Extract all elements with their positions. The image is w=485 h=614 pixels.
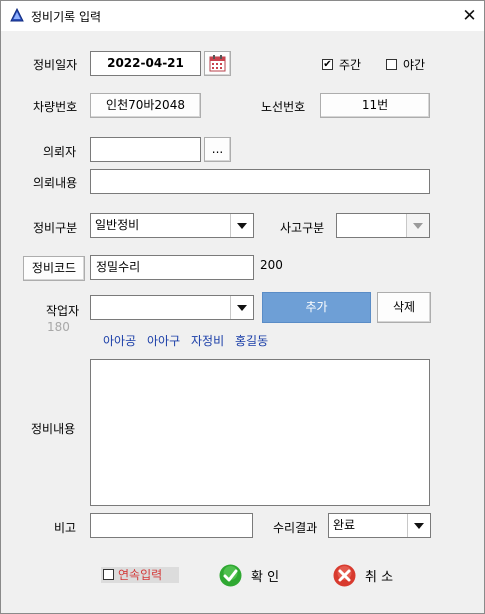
maint-type-value: 일반정비 xyxy=(95,218,140,232)
request-content-label: 의뢰내용 xyxy=(33,176,78,190)
repair-result-select[interactable]: 완료 xyxy=(328,513,431,538)
requester-lookup-button[interactable]: ... xyxy=(204,137,231,162)
day-shift-checkbox[interactable]: ✔ xyxy=(322,59,333,70)
repair-result-label: 수리결과 xyxy=(273,521,318,535)
app-triangle-icon xyxy=(10,8,24,22)
continuous-input-label: 연속입력 xyxy=(118,568,163,582)
title-bar: 정비기록 입력 ✕ xyxy=(1,1,484,31)
continuous-input-checkbox[interactable] xyxy=(103,569,114,580)
repair-result-value: 완료 xyxy=(333,518,356,532)
maint-detail-label: 정비내용 xyxy=(31,422,76,436)
check-icon: ✔ xyxy=(323,59,332,70)
maint-code-field[interactable]: 정밀수리 xyxy=(90,255,254,280)
vehicle-label: 차량번호 xyxy=(33,100,78,114)
dropdown-arrow-icon xyxy=(230,296,253,319)
remark-label: 비고 xyxy=(54,521,77,535)
accident-type-select[interactable] xyxy=(336,213,430,238)
worker-item[interactable]: 아아구 xyxy=(147,332,180,349)
worker-item[interactable]: 아아공 xyxy=(103,332,136,349)
dropdown-arrow-icon xyxy=(406,214,429,237)
night-shift-label: 야간 xyxy=(403,58,426,72)
dropdown-arrow-icon xyxy=(230,214,253,237)
worker-select[interactable] xyxy=(90,295,254,320)
night-shift-checkbox[interactable] xyxy=(386,59,397,70)
worker-item[interactable]: 자정비 xyxy=(191,332,224,349)
maint-detail-textarea[interactable] xyxy=(90,359,430,506)
remark-field[interactable] xyxy=(90,513,253,538)
window-title: 정비기록 입력 xyxy=(31,10,102,24)
worker-label: 작업자 xyxy=(46,304,80,318)
delete-worker-button[interactable]: 삭제 xyxy=(377,292,431,323)
requester-field[interactable] xyxy=(90,137,201,162)
vehicle-number-button[interactable]: 인천70바2048 xyxy=(90,93,201,118)
maint-type-select[interactable]: 일반정비 xyxy=(90,213,254,238)
route-number-button[interactable]: 11번 xyxy=(320,93,430,118)
cancel-button[interactable]: 취 소 xyxy=(333,562,403,588)
continuous-input-option[interactable]: 연속입력 xyxy=(101,567,179,583)
close-icon: ✕ xyxy=(462,6,477,26)
calendar-button[interactable] xyxy=(204,51,231,76)
day-shift-label: 주간 xyxy=(339,58,362,72)
requester-label: 의뢰자 xyxy=(43,145,77,159)
maint-type-label: 정비구분 xyxy=(33,221,78,235)
maint-code-button[interactable]: 정비코드 xyxy=(23,256,85,281)
check-circle-icon xyxy=(219,564,242,586)
add-worker-button[interactable]: 추가 xyxy=(262,292,371,323)
accident-type-label: 사고구분 xyxy=(280,221,325,235)
maintenance-record-dialog: 정비기록 입력 ✕ 정비일자 2022-04-21 ✔ 주간 야간 차량번호 인… xyxy=(0,0,485,614)
worker-item[interactable]: 홍길동 xyxy=(235,332,268,349)
ok-button[interactable]: 확 인 xyxy=(219,562,289,588)
route-label: 노선번호 xyxy=(261,100,306,114)
x-circle-icon xyxy=(333,564,356,586)
cancel-label: 취 소 xyxy=(365,569,394,585)
calendar-icon xyxy=(209,55,226,72)
date-label: 정비일자 xyxy=(33,58,78,72)
request-content-field[interactable] xyxy=(90,169,430,194)
worker-code: 180 xyxy=(47,320,70,334)
date-field[interactable]: 2022-04-21 xyxy=(90,51,201,76)
dropdown-arrow-icon xyxy=(407,514,430,537)
ok-label: 확 인 xyxy=(251,569,280,585)
close-button[interactable]: ✕ xyxy=(455,2,484,30)
maint-code-number: 200 xyxy=(260,258,283,272)
